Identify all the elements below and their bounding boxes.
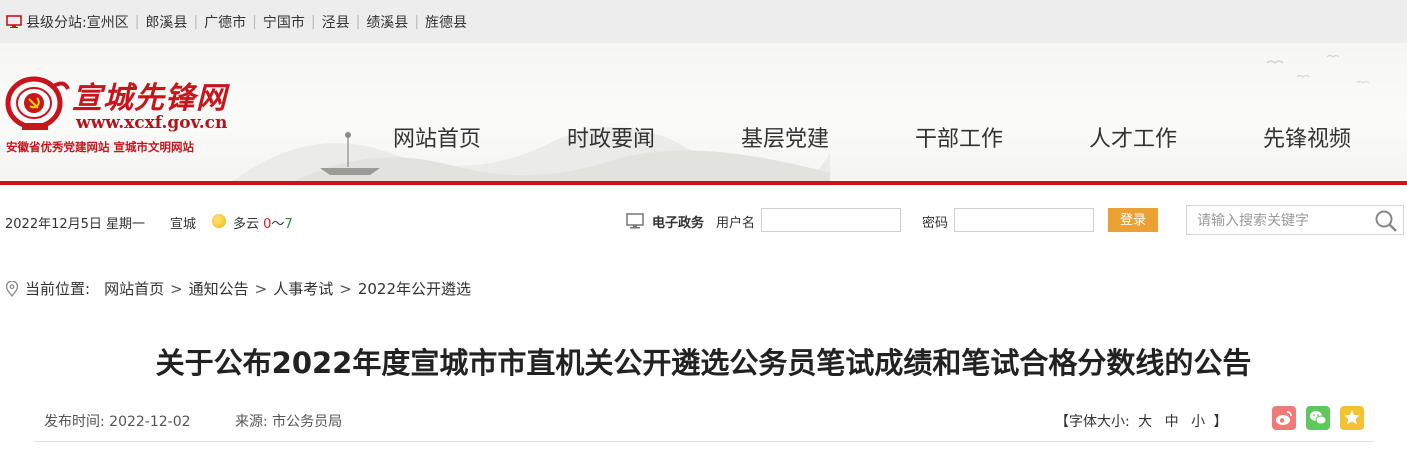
separator: | <box>355 13 361 30</box>
nav-item-pioneer-video[interactable]: 先锋视频 <box>1220 121 1394 157</box>
nav-item-news[interactable]: 时政要闻 <box>524 121 698 157</box>
font-size-label: 【字体大小: <box>1055 414 1130 430</box>
search-box <box>1186 205 1404 235</box>
county-link-jixi[interactable]: 绩溪县 <box>366 12 408 32</box>
birds-decoration <box>1266 54 1370 84</box>
meta-divider <box>34 441 1374 442</box>
county-link-guangde[interactable]: 广德市 <box>204 12 246 32</box>
nav-item-talent-work[interactable]: 人才工作 <box>1046 121 1220 157</box>
font-size-large[interactable]: 大 <box>1138 414 1152 430</box>
separator: | <box>134 13 140 30</box>
separator: | <box>310 13 316 30</box>
county-link-langxi[interactable]: 郎溪县 <box>145 12 187 32</box>
county-substation-bar: 县级分站: 宣州区 | 郎溪县 | 广德市 | 宁国市 | 泾县 | 绩溪县 |… <box>0 0 1407 43</box>
username-input[interactable] <box>761 208 901 232</box>
publish-date: 2022-12-02 <box>109 414 191 430</box>
egov-label: 电子政务 <box>652 216 705 231</box>
computer-icon <box>626 213 644 229</box>
county-bar-label: 县级分站: <box>26 14 87 31</box>
source-value: 市公务员局 <box>272 414 343 430</box>
logo-title: 宣城先锋网 <box>72 81 227 116</box>
search-input[interactable] <box>1187 206 1367 234</box>
separator: | <box>252 13 257 30</box>
breadcrumb-separator: > <box>339 279 352 298</box>
font-size-close: 】 <box>1213 414 1228 430</box>
weather-text: 多云 <box>233 217 264 232</box>
party-emblem-icon <box>5 76 70 130</box>
share-weibo-button[interactable] <box>1272 406 1296 430</box>
search-icon[interactable] <box>1374 209 1398 233</box>
favorite-button[interactable] <box>1340 406 1364 430</box>
site-header: 宣城先锋网 www.xcxf.gov.cn 安徽省优秀党建网站 宣城市文明网站 … <box>0 43 1407 181</box>
nav-item-cadre-work[interactable]: 干部工作 <box>872 121 1046 157</box>
login-button[interactable]: 登录 <box>1108 208 1158 232</box>
nav-item-home[interactable]: 网站首页 <box>350 121 524 157</box>
password-label: 密码 <box>922 216 949 231</box>
font-size-control: 【字体大小: 大 中 小 】 <box>1055 411 1228 431</box>
site-logo[interactable]: 宣城先锋网 www.xcxf.gov.cn 安徽省优秀党建网站 宣城市文明网站 <box>4 73 250 157</box>
password-input[interactable] <box>954 208 1094 232</box>
current-date: 2022年12月5日 星期一 <box>5 217 146 232</box>
county-link-xuanzhou[interactable]: 宣州区 <box>87 12 129 32</box>
separator: | <box>414 13 420 30</box>
monitor-icon <box>6 15 22 28</box>
nav-item-grassroots-party[interactable]: 基层党建 <box>698 121 872 157</box>
county-link-jingde[interactable]: 旌德县 <box>425 12 467 32</box>
breadcrumb-label: 当前位置: <box>25 280 91 298</box>
temp-separator: ～ <box>271 217 285 232</box>
logo-url: www.xcxf.gov.cn <box>76 113 228 133</box>
separator: | <box>193 13 199 30</box>
breadcrumb-link-notices[interactable]: 通知公告 <box>189 278 249 299</box>
breadcrumb-separator: > <box>170 279 183 298</box>
breadcrumb-link-exams[interactable]: 人事考试 <box>273 278 333 299</box>
main-nav: 网站首页 时政要闻 基层党建 干部工作 人才工作 先锋视频 <box>350 121 1394 157</box>
logo-slogan: 安徽省优秀党建网站 宣城市文明网站 <box>6 140 195 154</box>
username-label: 用户名 <box>716 216 756 231</box>
breadcrumb: 当前位置: 网站首页 > 通知公告 > 人事考试 > 2022年公开遴选 <box>5 278 471 299</box>
breadcrumb-link-home[interactable]: 网站首页 <box>104 278 164 299</box>
star-icon <box>1344 410 1360 425</box>
source-label: 来源: <box>235 414 268 430</box>
font-size-medium[interactable]: 中 <box>1165 414 1179 430</box>
share-wechat-button[interactable] <box>1306 406 1330 430</box>
font-size-small[interactable]: 小 <box>1191 414 1205 430</box>
breadcrumb-link-selection-2022[interactable]: 2022年公开遴选 <box>358 278 471 299</box>
sun-icon <box>212 214 226 228</box>
weather-city: 宣城 <box>170 217 197 232</box>
wechat-icon <box>1310 411 1327 425</box>
breadcrumb-separator: > <box>254 279 268 298</box>
article-meta: 发布时间: 2022-12-02 来源: 市公务员局 <box>44 411 342 431</box>
weibo-icon <box>1276 411 1292 425</box>
publish-label: 发布时间: <box>44 414 105 430</box>
county-link-jingxian[interactable]: 泾县 <box>322 12 350 32</box>
temp-high: 7 <box>284 217 293 232</box>
info-bar: 2022年12月5日 星期一 宣城 多云 0～7 电子政务 用户名 密码 登录 <box>0 185 1407 255</box>
county-link-ningguo[interactable]: 宁国市 <box>263 12 305 32</box>
weather-info: 多云 0～7 <box>233 213 293 232</box>
article-title: 关于公布2022年度宣城市市直机关公开遴选公务员笔试成绩和笔试合格分数线的公告 <box>155 346 1252 380</box>
location-pin-icon <box>5 280 19 297</box>
